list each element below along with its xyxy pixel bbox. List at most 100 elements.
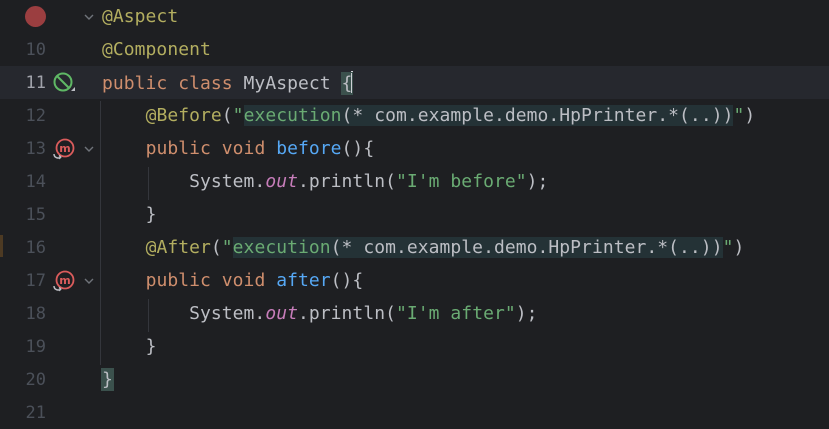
code-token: @Component	[102, 39, 211, 60]
code-text[interactable]: }	[102, 203, 157, 227]
line-number: 16	[25, 238, 46, 258]
fold-chevron-icon[interactable]	[82, 10, 96, 24]
code-token: System.	[189, 171, 266, 192]
code-line[interactable]: 20}	[0, 363, 829, 396]
code-line[interactable]: 16 @After("execution(* com.example.demo.…	[0, 231, 829, 264]
code-text[interactable]: System.out.println("I'm after");	[102, 302, 538, 326]
code-line[interactable]: 11 public class MyAspect {	[0, 66, 829, 99]
code-line[interactable]: 21	[0, 396, 829, 429]
code-token: void	[221, 270, 277, 291]
code-token: before	[276, 138, 342, 159]
line-number: 11	[25, 73, 46, 93]
line-number: 15	[25, 205, 46, 225]
code-text[interactable]: @Aspect	[102, 5, 178, 29]
code-token: out	[265, 171, 298, 192]
code-token: (	[210, 237, 222, 258]
code-text[interactable]: public void after(){	[102, 269, 364, 293]
text-caret	[351, 71, 354, 93]
line-number: 10	[25, 40, 46, 60]
code-token: out	[265, 303, 298, 324]
code-line[interactable]: @Aspect	[0, 0, 829, 33]
code-token: }	[145, 336, 157, 357]
code-text[interactable]: }	[101, 368, 114, 392]
line-number: 13	[25, 139, 46, 159]
indent-guide	[148, 167, 150, 200]
code-token: );	[515, 303, 538, 324]
code-token: execution	[243, 105, 342, 126]
code-token: .println(	[298, 171, 396, 192]
code-token: public	[102, 73, 179, 94]
code-text[interactable]: @Component	[102, 38, 211, 62]
line-number: 17	[25, 271, 46, 291]
code-line[interactable]: 17 public void after(){	[0, 264, 829, 297]
fold-chevron-icon[interactable]	[82, 142, 96, 156]
indent-guide	[148, 299, 150, 332]
code-token: "	[733, 105, 745, 126]
code-text[interactable]: public void before(){	[102, 137, 375, 161]
code-line[interactable]: 14 System.out.println("I'm before");	[0, 165, 829, 198]
code-line[interactable]: 19 }	[0, 330, 829, 363]
code-text[interactable]: public class MyAspect {	[102, 71, 354, 96]
code-editor[interactable]: @Aspect 10 @Component 11 public class MyAspe…	[0, 0, 829, 423]
indent-guide	[100, 101, 101, 365]
line-number: 20	[25, 370, 46, 390]
code-token: public	[145, 138, 222, 159]
code-line[interactable]: 12 @Before("execution(* com.example.demo…	[0, 99, 829, 132]
code-line[interactable]: 10 @Component	[0, 33, 829, 66]
code-token: (){	[330, 270, 364, 291]
code-token: (	[221, 105, 233, 126]
svg-text:m: m	[59, 142, 70, 155]
svg-text:m: m	[59, 274, 70, 287]
line-number: 19	[25, 337, 46, 357]
code-token: );	[526, 171, 549, 192]
code-token: (* com.example.demo.HpPrinter.*(..))	[341, 105, 734, 126]
line-number: 21	[25, 403, 46, 423]
code-text[interactable]: @After("execution(* com.example.demo.HpP…	[102, 236, 744, 260]
code-token: MyAspect	[243, 73, 342, 94]
breakpoint-icon[interactable]	[25, 6, 46, 27]
code-token: @Before	[145, 105, 222, 126]
code-token: class	[178, 73, 244, 94]
code-token: (){	[341, 138, 375, 159]
fold-chevron-icon[interactable]	[82, 274, 96, 288]
code-text[interactable]: }	[102, 335, 157, 359]
code-token: .println(	[298, 303, 396, 324]
code-token: @Aspect	[102, 6, 179, 27]
line-number: 18	[25, 304, 46, 324]
code-token: )	[744, 105, 756, 126]
code-token: )	[733, 237, 745, 258]
code-token: public	[145, 270, 222, 291]
code-token: "I'm after"	[395, 303, 516, 324]
advice-method-icon[interactable]: m	[52, 269, 76, 293]
code-token: System.	[189, 303, 266, 324]
code-text[interactable]: System.out.println("I'm before");	[102, 170, 548, 194]
code-token: (* com.example.demo.HpPrinter.*(..))	[330, 237, 723, 258]
code-line[interactable]: 18 System.out.println("I'm after");	[0, 297, 829, 330]
line-number: 12	[25, 106, 46, 126]
line-number: 14	[25, 172, 46, 192]
code-token: "I'm before"	[395, 171, 527, 192]
aspect-no-usages-icon[interactable]	[52, 71, 76, 95]
code-token: }	[101, 368, 114, 391]
code-token: "	[221, 237, 233, 258]
code-token: "	[232, 105, 244, 126]
change-marker	[0, 235, 3, 257]
code-token: void	[221, 138, 277, 159]
code-token: after	[276, 270, 331, 291]
advice-method-icon[interactable]: m	[52, 137, 76, 161]
code-line[interactable]: 13 public void before(){	[0, 132, 829, 165]
code-line[interactable]: 15 }	[0, 198, 829, 231]
code-token: "	[722, 237, 734, 258]
code-token: execution	[232, 237, 331, 258]
code-text[interactable]: @Before("execution(* com.example.demo.Hp…	[102, 104, 755, 128]
code-token: @After	[145, 237, 211, 258]
code-token: }	[145, 204, 157, 225]
